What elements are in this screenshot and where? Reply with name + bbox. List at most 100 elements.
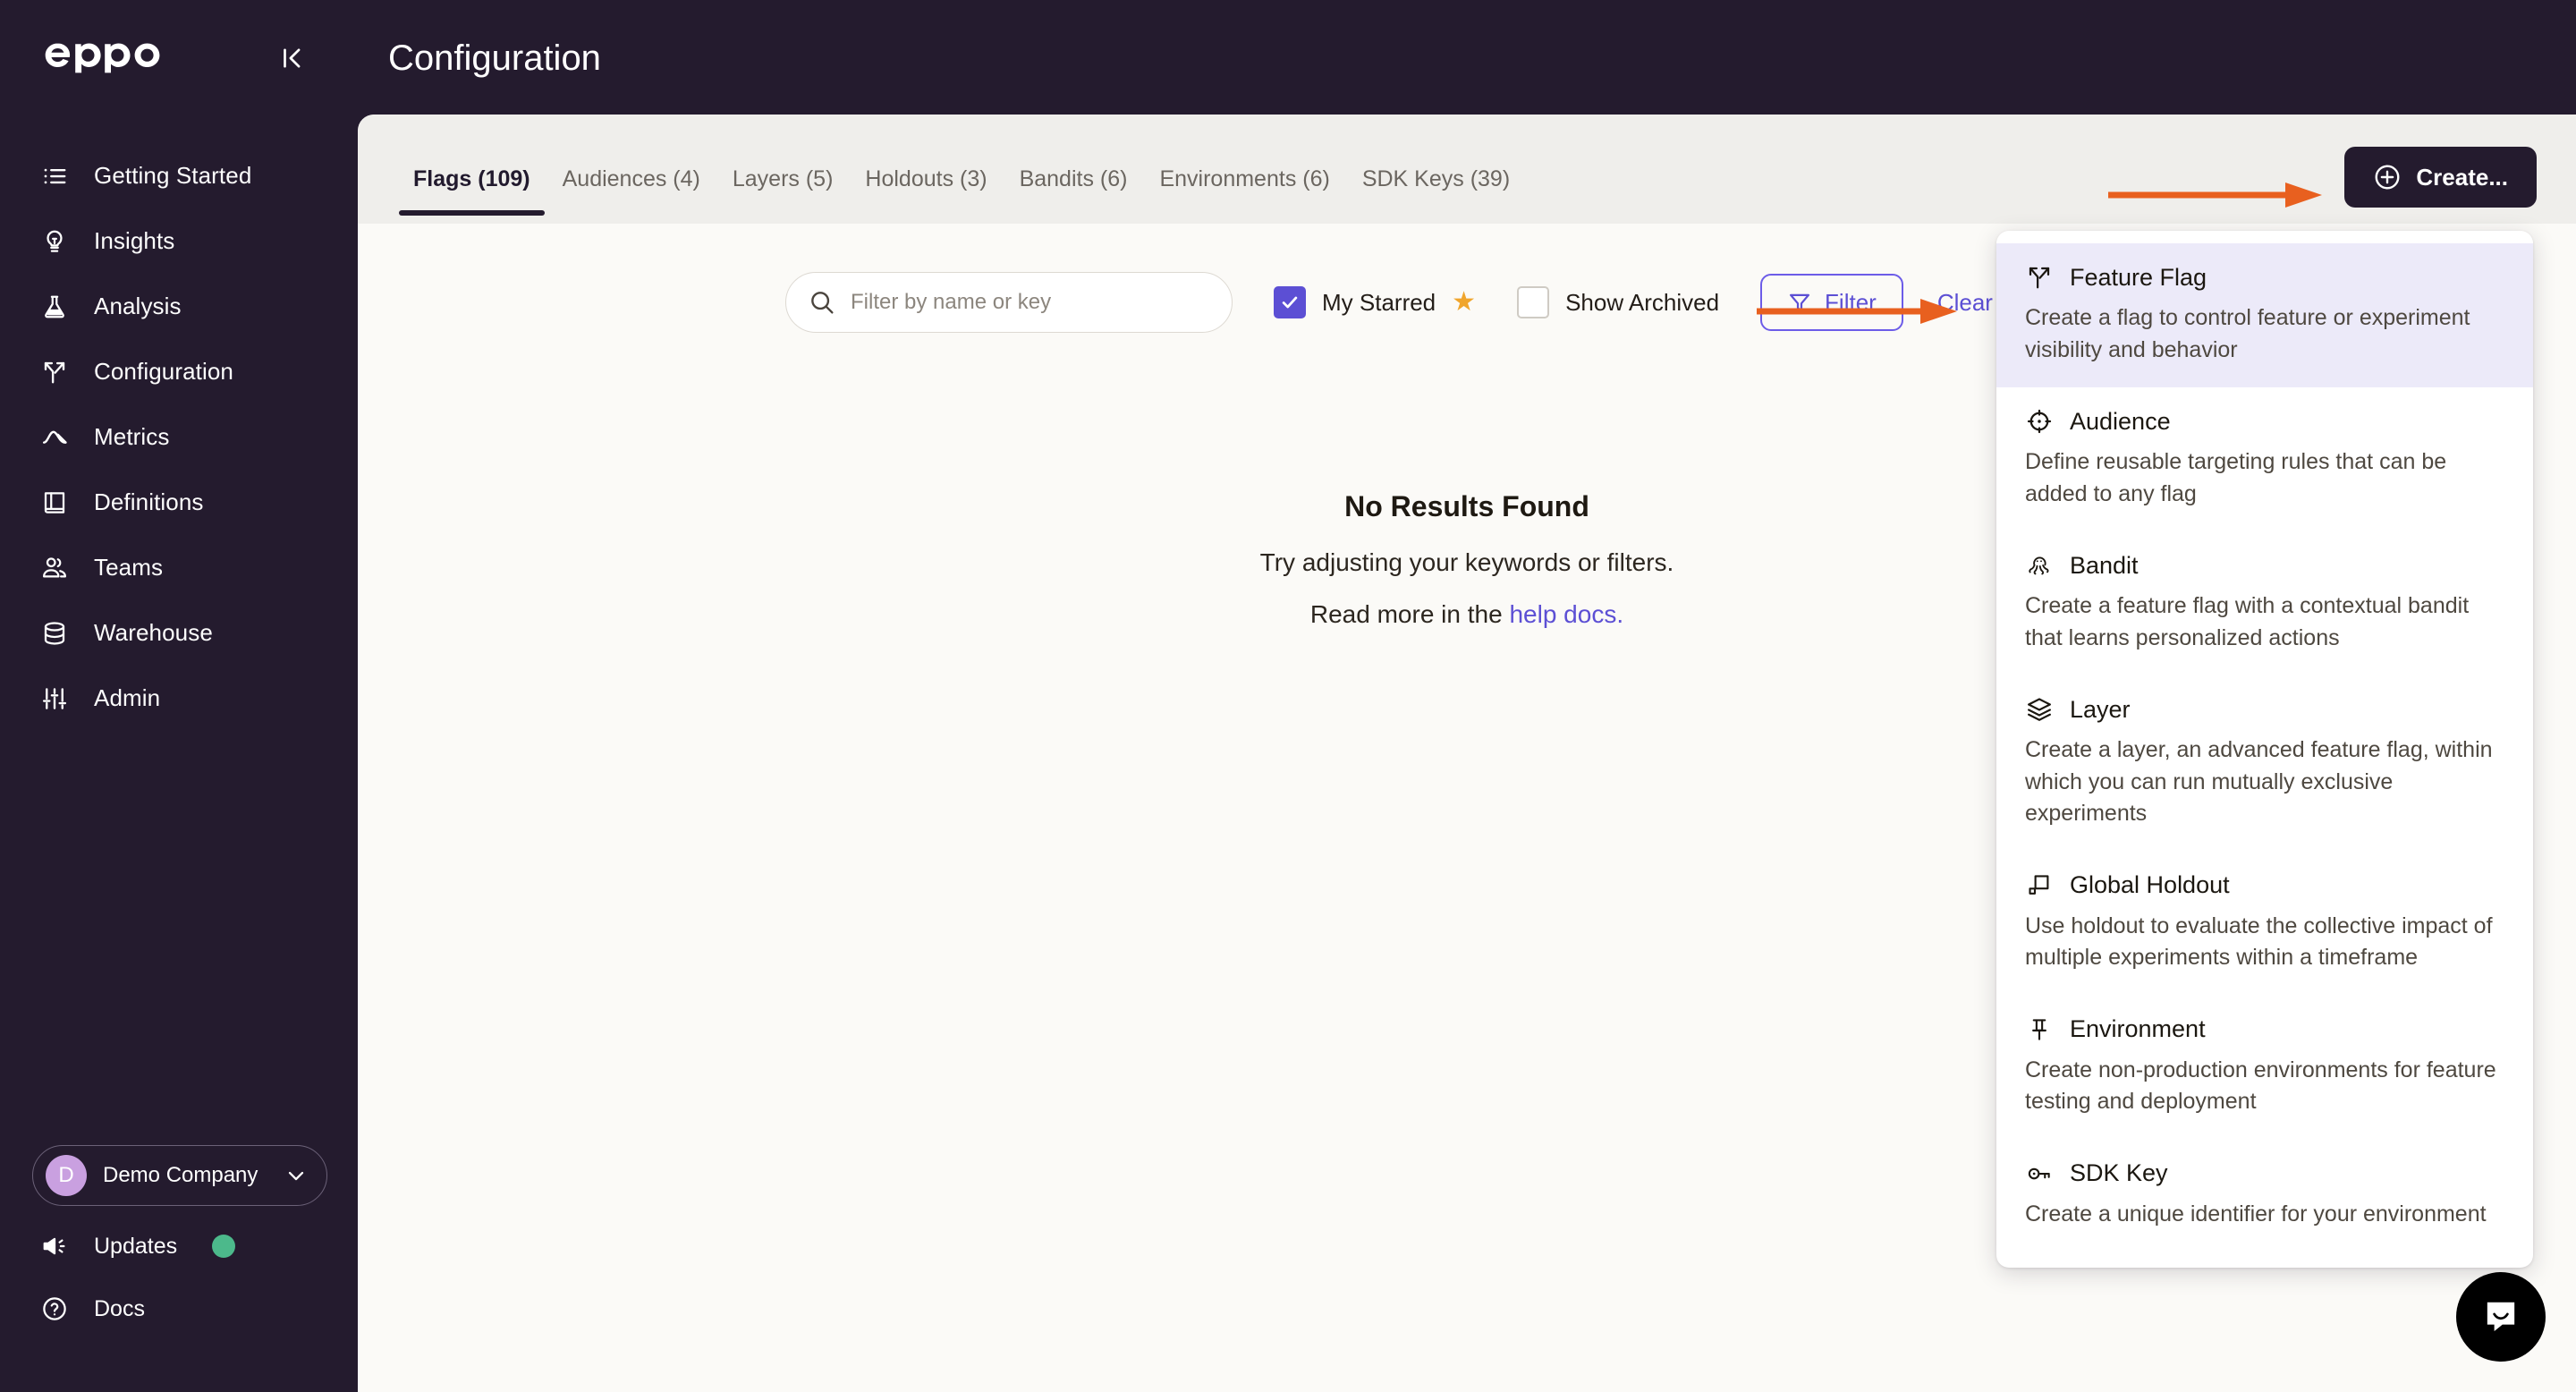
sidebar-item-admin[interactable]: Admin (0, 666, 358, 731)
lightbulb-icon (39, 226, 70, 257)
collapse-sidebar-button[interactable] (270, 36, 315, 81)
sidebar-item-label: Configuration (94, 358, 233, 385)
search-box[interactable] (785, 272, 1233, 333)
intercom-chat-button[interactable] (2456, 1272, 2546, 1362)
sidebar-item-label: Updates (94, 1233, 178, 1259)
branch-icon (39, 357, 70, 387)
sidebar-item-warehouse[interactable]: Warehouse (0, 600, 358, 666)
holdout-square-icon (2025, 871, 2054, 900)
sidebar-item-label: Docs (94, 1295, 145, 1321)
create-menu-item-title: Feature Flag (2070, 263, 2207, 291)
create-menu-item-title: SDK Key (2070, 1159, 2168, 1186)
create-menu-item-global-holdout[interactable]: Global Holdout Use holdout to evaluate t… (1996, 852, 2533, 996)
create-menu-item-description: Create a layer, an advanced feature flag… (2025, 737, 2493, 826)
funnel-icon (1787, 290, 1812, 315)
tab-audiences[interactable]: Audiences (4) (547, 142, 716, 216)
tab-flags[interactable]: Flags (109) (397, 142, 547, 216)
sidebar-item-teams[interactable]: Teams (0, 535, 358, 600)
layers-icon (2025, 695, 2054, 724)
tab-bar: Flags (109) Audiences (4) Layers (5) Hol… (358, 115, 2576, 224)
create-menu-item-title: Environment (2070, 1015, 2206, 1042)
content-panel: Flags (109) Audiences (4) Layers (5) Hol… (358, 115, 2576, 1392)
sidebar-item-label: Metrics (94, 423, 170, 450)
sidebar-item-label: Warehouse (94, 619, 213, 646)
chevron-down-icon (284, 1163, 309, 1188)
create-menu-item-layer[interactable]: Layer Create a layer, an advanced featur… (1996, 675, 2533, 852)
tab-environments[interactable]: Environments (6) (1143, 142, 1345, 216)
sidebar-item-definitions[interactable]: Definitions (0, 470, 358, 535)
sidebar-item-insights[interactable]: Insights (0, 208, 358, 274)
show-archived-filter[interactable]: Show Archived (1517, 286, 1719, 318)
create-menu-item-description: Use holdout to evaluate the collective i… (2025, 912, 2493, 971)
sidebar-item-label: Getting Started (94, 162, 252, 189)
create-menu-item-audience[interactable]: Audience Define reusable targeting rules… (1996, 387, 2533, 531)
create-menu-item-title: Audience (2070, 407, 2171, 435)
list-icon (39, 161, 70, 191)
star-icon: ★ (1452, 287, 1477, 317)
flask-icon (39, 292, 70, 322)
chat-bubble-icon (2487, 1302, 2515, 1332)
sidebar-item-configuration[interactable]: Configuration (0, 339, 358, 404)
sidebar-item-docs[interactable]: Docs (0, 1277, 358, 1340)
show-archived-label: Show Archived (1565, 288, 1720, 316)
eppo-logo-icon (45, 43, 160, 73)
people-icon (39, 553, 70, 583)
company-name: Demo Company (103, 1163, 258, 1187)
create-menu-item-title: Bandit (2070, 551, 2139, 579)
sliders-icon (39, 683, 70, 714)
create-menu-item-environment[interactable]: Environment Create non-production enviro… (1996, 996, 2533, 1140)
sidebar: Getting Started Insights Analysis Config… (0, 0, 358, 1392)
sidebar-item-metrics[interactable]: Metrics (0, 404, 358, 470)
octopus-icon (2025, 551, 2054, 580)
create-menu-item-description: Create a feature flag with a contextual … (2025, 593, 2470, 650)
create-menu-item-bandit[interactable]: Bandit Create a feature flag with a cont… (1996, 531, 2533, 675)
app-root: Getting Started Insights Analysis Config… (0, 0, 2576, 1392)
question-circle-icon (39, 1294, 70, 1324)
collapse-sidebar-icon (284, 48, 301, 68)
sidebar-item-label: Definitions (94, 488, 204, 515)
database-icon (39, 618, 70, 649)
create-button-label: Create... (2416, 163, 2508, 191)
eppo-logo[interactable] (39, 38, 174, 79)
create-button[interactable]: Create... (2344, 147, 2537, 208)
create-menu-item-header: Bandit (2025, 551, 2504, 580)
create-menu-item-sdk-key[interactable]: SDK Key Create a unique identifier for y… (1996, 1140, 2533, 1252)
target-icon (2025, 407, 2054, 436)
create-menu-item-description: Define reusable targeting rules that can… (2025, 449, 2447, 506)
sidebar-item-analysis[interactable]: Analysis (0, 274, 358, 339)
create-menu-item-description: Create a flag to control feature or expe… (2025, 305, 2470, 362)
help-docs-link[interactable]: help docs. (1509, 600, 1623, 628)
search-input[interactable] (851, 290, 1210, 315)
create-menu-item-header: Environment (2025, 1015, 2504, 1044)
sidebar-item-label: Analysis (94, 293, 182, 319)
tab-layers[interactable]: Layers (5) (716, 142, 850, 216)
filter-button-label: Filter (1825, 288, 1877, 316)
my-starred-checkbox[interactable] (1274, 286, 1306, 318)
my-starred-label: My Starred (1322, 288, 1436, 316)
sidebar-item-label: Insights (94, 227, 175, 254)
megaphone-icon (39, 1231, 70, 1261)
create-menu-item-feature-flag[interactable]: Feature Flag Create a flag to control fe… (1996, 243, 2533, 387)
updates-badge-dot (212, 1235, 236, 1258)
chart-line-icon (39, 422, 70, 453)
create-menu-item-header: Feature Flag (2025, 263, 2504, 292)
check-icon (1282, 296, 1298, 309)
sidebar-nav: Getting Started Insights Analysis Config… (0, 143, 358, 731)
my-starred-filter[interactable]: My Starred ★ (1274, 286, 1476, 318)
create-menu-item-header: SDK Key (2025, 1159, 2504, 1188)
pin-icon (2025, 1015, 2054, 1044)
filter-button[interactable]: Filter (1760, 274, 1903, 331)
sidebar-item-label: Teams (94, 554, 164, 581)
tab-bandits[interactable]: Bandits (6) (1004, 142, 1144, 216)
create-menu-item-header: Layer (2025, 695, 2504, 724)
sidebar-item-updates[interactable]: Updates (0, 1215, 358, 1277)
tab-sdk-keys[interactable]: SDK Keys (39) (1346, 142, 1526, 216)
tab-holdouts[interactable]: Holdouts (3) (849, 142, 1003, 216)
sidebar-item-label: Admin (94, 684, 161, 711)
show-archived-checkbox[interactable] (1517, 286, 1550, 318)
create-menu-item-title: Layer (2070, 695, 2131, 723)
company-switcher[interactable]: D Demo Company (32, 1145, 327, 1206)
sidebar-brand-row (0, 30, 358, 86)
sidebar-item-getting-started[interactable]: Getting Started (0, 143, 358, 208)
tabs: Flags (109) Audiences (4) Layers (5) Hol… (397, 115, 1526, 224)
